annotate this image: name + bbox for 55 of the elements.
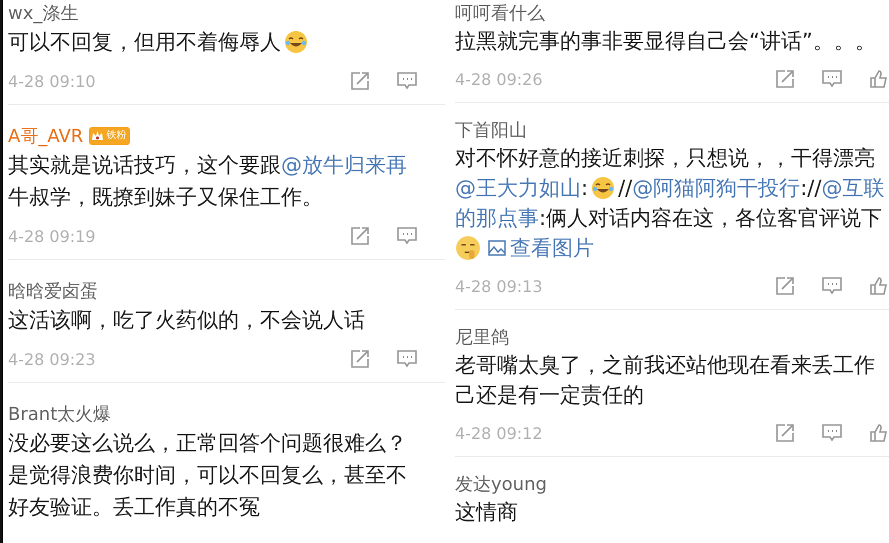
user-name[interactable]: Brant太火爆 [8,402,112,426]
user-name[interactable]: 下首阳山 [455,118,527,142]
comment-text: 己还是有一定责任的 [455,382,645,409]
user-name[interactable]: 晗晗爱卤蛋 [8,279,98,303]
crown-icon [91,130,104,142]
user-name[interactable]: A哥_AVR [8,124,84,148]
comment-time: 4-28 09:19 [8,226,96,246]
thumbs-up-icon[interactable] [869,276,889,296]
share-icon[interactable] [350,71,370,91]
comment-text: 拉黑就完事的事非要显得自己会“讲话”。。。 [455,28,877,55]
comment-text: 的那点事:俩人对话内容在这，各位客官评说下 [455,203,889,233]
user-name[interactable]: 呵呵看什么 [455,1,545,25]
share-icon[interactable] [775,276,795,296]
emoji-icon [591,176,616,200]
mention-link[interactable]: @王大力如山 [455,173,581,203]
comment-text: 没必要这么说么，正常回答个问题很难么？ [8,430,408,457]
thumbs-up-icon[interactable] [869,69,889,89]
view-image-link[interactable]: 查看图片 [487,233,594,263]
mention-link[interactable]: @阿猫阿狗干投行 [632,173,800,203]
comment-text: 可以不回复，但用不着侮辱人 [8,26,445,58]
share-icon[interactable] [775,69,795,89]
user-name[interactable]: wx_涤生 [8,1,78,25]
comment-time: 4-28 09:12 [455,424,543,442]
comment-time: 4-28 09:23 [8,350,96,368]
mention-link[interactable]: 的那点事 [455,203,539,233]
mention-link[interactable]: @放牛归来再 [281,149,407,181]
mention-link[interactable]: @互联 [821,173,884,203]
comment-time: 4-28 09:26 [455,70,543,88]
speech-bubble-icon[interactable] [396,226,418,246]
emoji-icon [284,30,308,54]
speech-bubble-icon[interactable] [821,69,843,89]
share-icon[interactable] [350,226,370,246]
comment-text: 这情商 [455,499,519,526]
speech-bubble-icon[interactable] [396,71,418,91]
comment-text: 其实就是说话技巧，这个要跟@放牛归来再 [8,149,445,181]
comment-text: 老哥嘴太臭了，之前我还站他现在看来丢工作 [455,352,876,379]
comment-text: 是觉得浪费你时间，可以不回复么，甚至不 [8,462,408,489]
thumbs-up-icon[interactable] [869,423,889,443]
user-name[interactable]: 发达young [455,472,547,496]
comment-text: 对不怀好意的接近刺探，只想说，，干得漂亮 [455,145,876,172]
speech-bubble-icon[interactable] [396,349,418,369]
comment-text: 好友验证。丢工作真的不冤 [8,494,261,521]
share-icon[interactable] [350,349,370,369]
comment-text: 这活该啊，吃了火药似的，不会说人话 [8,307,366,334]
user-name[interactable]: 尼里鸽 [455,325,509,349]
comment-time: 4-28 09:13 [455,276,543,296]
badge-label: 铁粉 [106,129,126,143]
speech-bubble-icon[interactable] [821,276,843,296]
comment-text: 牛叔学，既撩到妹子又保住工作。 [8,184,324,211]
share-icon[interactable] [775,423,795,443]
emoji-icon [455,235,481,261]
comment-time: 4-28 09:10 [8,72,96,90]
speech-bubble-icon[interactable] [821,423,843,443]
picture-icon [487,238,507,258]
comment-text: @王大力如山: //@阿猫阿狗干投行://@互联 [455,173,889,203]
